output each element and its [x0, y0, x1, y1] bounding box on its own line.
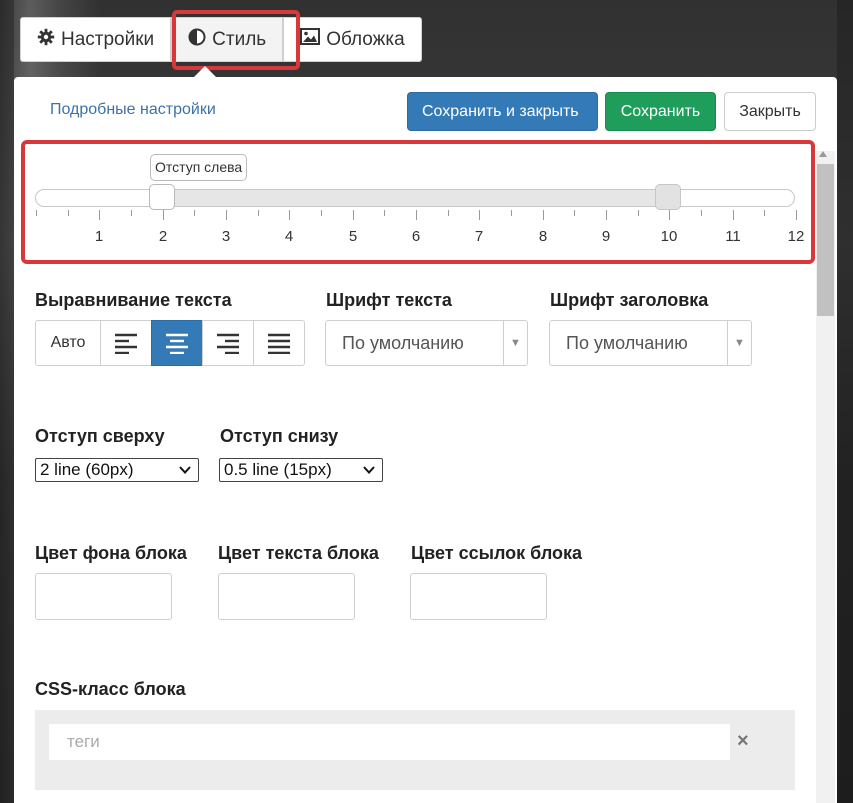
slider-tick-label: 6 [411, 228, 421, 245]
heading-font-select[interactable]: По умолчанию ▼ [549, 320, 752, 366]
slider-minor-tick [68, 210, 69, 216]
slider-minor-tick [258, 210, 259, 216]
slider-tick-label: 12 [787, 228, 805, 245]
tab-cover[interactable]: Обложка [283, 17, 422, 62]
tab-settings-label: Настройки [61, 28, 155, 50]
tab-cover-label: Обложка [326, 28, 405, 50]
chevron-down-icon [179, 466, 191, 474]
half-circle-icon [188, 28, 206, 52]
slider-tick-label: 5 [348, 228, 358, 245]
text-font-select[interactable]: По умолчанию ▼ [325, 320, 528, 366]
align-auto-button[interactable]: Авто [35, 320, 101, 366]
text-color-input[interactable] [218, 573, 355, 620]
slider-tick-label: 7 [474, 228, 484, 245]
bg-color-label: Цвет фона блока [35, 543, 187, 563]
slider-tick [606, 210, 607, 220]
align-center-button[interactable] [151, 320, 203, 366]
slider-tick [416, 210, 417, 220]
slider-tick [669, 210, 670, 220]
chevron-down-icon [363, 466, 375, 474]
slider-tick-label: 1 [94, 228, 104, 245]
right-align-icon [217, 333, 239, 354]
slider-minor-tick [131, 210, 132, 216]
text-align-group: Авто [35, 320, 305, 366]
slider-tick [226, 210, 227, 220]
slider-tick-label: 8 [538, 228, 548, 245]
slider-tick [289, 210, 290, 220]
slider-minor-tick [321, 210, 322, 216]
link-color-label: Цвет ссылок блока [411, 543, 583, 563]
tab-style[interactable]: Стиль [171, 17, 284, 62]
advanced-settings-link[interactable]: Подробные настройки [50, 101, 216, 119]
slider-tooltip: Отступ слева [150, 154, 248, 181]
chevron-down-icon: ▼ [727, 321, 751, 365]
padding-top-label: Отступ сверху [35, 426, 165, 446]
heading-font-label: Шрифт заголовка [550, 290, 709, 310]
background-image [0, 0, 14, 803]
slider-minor-tick [764, 210, 765, 216]
slider-minor-tick [638, 210, 639, 216]
tab-settings[interactable]: Настройки [20, 17, 172, 62]
slider-tick [353, 210, 354, 220]
heading-font-value: По умолчанию [566, 332, 688, 353]
slider-minor-tick [511, 210, 512, 216]
padding-bottom-value: 0.5 line (15px) [224, 460, 332, 479]
slider-tick [796, 210, 797, 220]
slider-tick [543, 210, 544, 220]
chevron-down-icon: ▼ [503, 321, 527, 365]
slider-tick-label: 4 [284, 228, 294, 245]
align-right-button[interactable] [202, 320, 254, 366]
slider-selected-range [162, 190, 668, 206]
gear-icon [37, 28, 55, 52]
padding-bottom-label: Отступ снизу [220, 426, 339, 446]
save-button[interactable]: Сохранить [605, 92, 716, 131]
text-align-label: Выравнивание текста [35, 290, 232, 310]
bg-color-input[interactable] [35, 573, 172, 620]
slider-tick [163, 210, 164, 220]
slider-minor-tick [574, 210, 575, 216]
text-color-label: Цвет текста блока [218, 543, 379, 563]
close-button[interactable]: Закрыть [724, 92, 816, 131]
slider-tick [479, 210, 480, 220]
slider-tick-label: 2 [158, 228, 168, 245]
scrollbar-thumb[interactable] [817, 164, 834, 316]
slider-tick-label: 10 [660, 228, 678, 245]
tab-caret [194, 66, 216, 77]
link-color-input[interactable] [410, 573, 547, 620]
slider-tick [733, 210, 734, 220]
slider-minor-tick [701, 210, 702, 216]
align-justify-button[interactable] [253, 320, 305, 366]
align-left-button[interactable] [100, 320, 152, 366]
slider-tick-label: 9 [601, 228, 611, 245]
padding-bottom-select[interactable]: 0.5 line (15px) [219, 458, 383, 482]
tab-bar: Настройки Стиль Обложка [20, 17, 422, 62]
slider-tick [36, 210, 37, 216]
save-and-close-button[interactable]: Сохранить и закрыть [407, 92, 598, 131]
slider-tick-label: 3 [221, 228, 231, 245]
image-icon [300, 28, 321, 51]
slider-handle-left[interactable] [149, 184, 175, 210]
slider-tick [99, 210, 100, 220]
justify-align-icon [268, 333, 290, 354]
css-class-label: CSS-класс блока [35, 679, 186, 699]
css-class-input[interactable]: теги [49, 724, 730, 760]
tab-style-label: Стиль [212, 28, 267, 50]
slider-minor-tick [384, 210, 385, 216]
panel-header: Подробные настройки Сохранить и закрыть … [14, 77, 837, 137]
left-align-icon [115, 333, 137, 354]
padding-top-value: 2 line (60px) [40, 460, 134, 479]
center-align-icon [166, 333, 188, 354]
scroll-up-arrow-icon[interactable] [819, 151, 827, 157]
slider-minor-tick [194, 210, 195, 216]
text-font-label: Шрифт текста [326, 290, 452, 310]
slider-minor-tick [448, 210, 449, 216]
slider-handle-right[interactable] [655, 184, 681, 210]
background-image-right [837, 0, 853, 803]
slider-tick-label: 11 [725, 228, 741, 245]
clear-icon[interactable]: × [737, 730, 749, 753]
padding-top-select[interactable]: 2 line (60px) [35, 458, 199, 482]
text-font-value: По умолчанию [342, 332, 464, 353]
